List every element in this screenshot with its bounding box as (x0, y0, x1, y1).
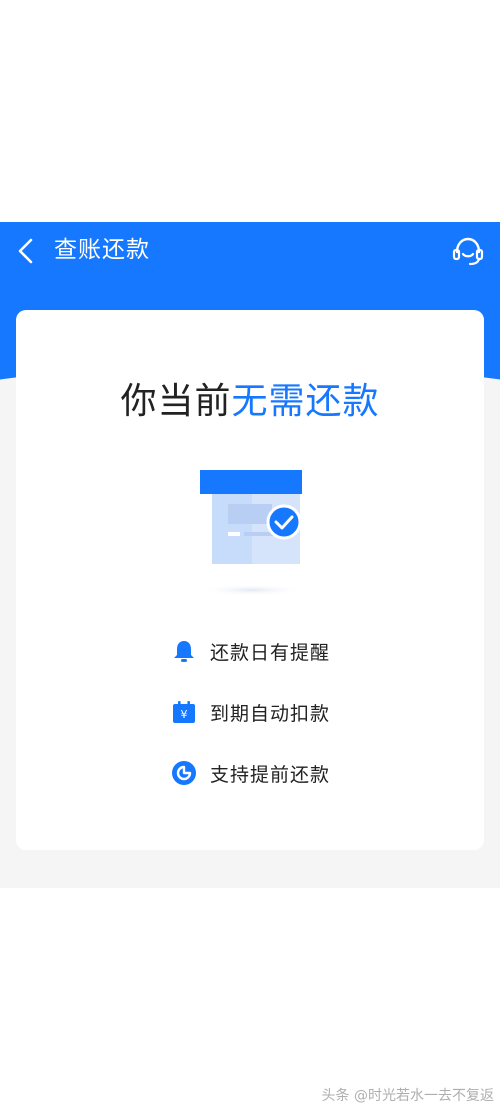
calendar-yen-icon: ¥ (173, 701, 195, 723)
status-headline-prefix: 你当前 (120, 381, 232, 422)
status-headline: 你当前无需还款 (16, 378, 484, 426)
feature-repayment-reminder: 还款日有提醒 (171, 635, 330, 667)
page-title: 查账还款 (54, 237, 150, 263)
feature-early-repayment: 支持提前还款 (171, 757, 330, 789)
clock-circle-icon (172, 761, 196, 785)
navigation-bar: 查账还款 (0, 222, 500, 280)
feature-label: 到期自动扣款 (210, 702, 331, 725)
status-headline-highlight: 无需还款 (231, 381, 380, 422)
bill-with-checkmark-icon (198, 470, 306, 596)
chevron-left-icon[interactable] (16, 238, 38, 264)
feature-label: 还款日有提醒 (210, 641, 331, 664)
feature-label: 支持提前还款 (210, 763, 331, 786)
repayment-status-card: 你当前无需还款 还款日有提醒 ¥ 到期自动扣款 支持提前还款 (16, 310, 484, 850)
customer-service-headset-icon[interactable] (451, 235, 485, 267)
svg-text:¥: ¥ (181, 708, 188, 721)
feature-auto-deduction: ¥ 到期自动扣款 (171, 696, 330, 728)
bell-icon (174, 641, 194, 662)
watermark: 头条 @时光若水一去不复返 (321, 1088, 494, 1104)
